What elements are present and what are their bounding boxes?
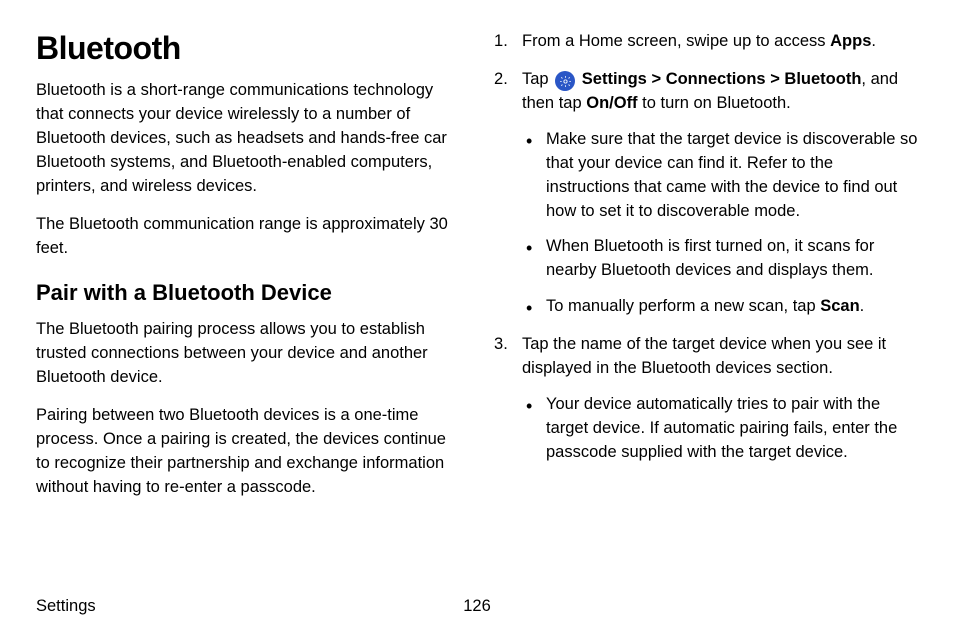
step-2: Tap Settings > Connections > Bluetooth, …: [494, 68, 918, 319]
step-2-onoff: On/Off: [586, 94, 637, 112]
step-2-bullet-3-prefix: To manually perform a new scan, tap: [546, 297, 820, 315]
right-column: From a Home screen, swipe up to access A…: [494, 30, 918, 578]
step-2-bullet-1: Make sure that the target device is disc…: [522, 128, 918, 224]
intro-paragraph-1: Bluetooth is a short-range communication…: [36, 79, 460, 199]
step-2-bullets: Make sure that the target device is disc…: [522, 128, 918, 319]
footer-section: Settings: [36, 597, 96, 616]
step-2-connections: Connections: [666, 70, 766, 88]
pair-paragraph-1: The Bluetooth pairing process allows you…: [36, 318, 460, 390]
step-2-bluetooth: Bluetooth: [784, 70, 861, 88]
step-2-sep2: >: [766, 70, 785, 88]
step-2-tap: Tap: [522, 70, 553, 88]
step-3-bullet-1: Your device automatically tries to pair …: [522, 393, 918, 465]
page-footer: Settings 126: [36, 597, 918, 616]
step-2-bullet-3: To manually perform a new scan, tap Scan…: [522, 295, 918, 319]
steps-list: From a Home screen, swipe up to access A…: [494, 30, 918, 465]
step-1-text: From a Home screen, swipe up to access: [522, 32, 830, 50]
footer-page-number: 126: [463, 597, 491, 616]
step-1-suffix: .: [871, 32, 876, 50]
step-2-bullet-2: When Bluetooth is first turned on, it sc…: [522, 235, 918, 283]
step-3-bullets: Your device automatically tries to pair …: [522, 393, 918, 465]
step-3: Tap the name of the target device when y…: [494, 333, 918, 465]
heading-pair: Pair with a Bluetooth Device: [36, 280, 460, 306]
intro-paragraph-2: The Bluetooth communication range is app…: [36, 213, 460, 261]
page-columns: Bluetooth Bluetooth is a short-range com…: [36, 30, 918, 578]
step-1-apps: Apps: [830, 32, 871, 50]
pair-paragraph-2: Pairing between two Bluetooth devices is…: [36, 404, 460, 500]
left-column: Bluetooth Bluetooth is a short-range com…: [36, 30, 460, 578]
step-2-bullet-3-scan: Scan: [820, 297, 859, 315]
heading-bluetooth: Bluetooth: [36, 30, 460, 67]
step-2-bullet-3-suffix: .: [860, 297, 865, 315]
step-1: From a Home screen, swipe up to access A…: [494, 30, 918, 54]
step-2-end: to turn on Bluetooth.: [638, 94, 791, 112]
step-2-settings: Settings: [577, 70, 647, 88]
step-2-sep1: >: [647, 70, 666, 88]
step-3-text: Tap the name of the target device when y…: [522, 335, 886, 377]
settings-icon: [555, 71, 575, 91]
